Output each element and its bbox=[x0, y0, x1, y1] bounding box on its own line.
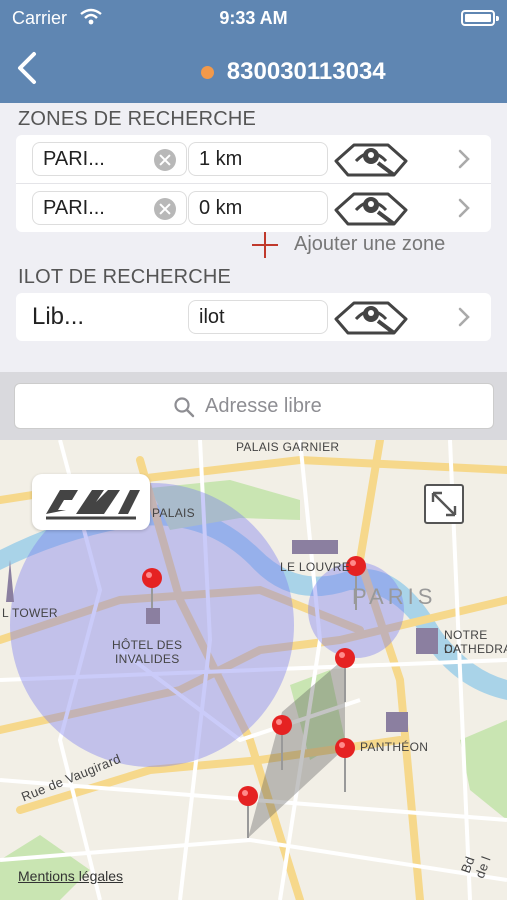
navigation-bar: Carrier 9:33 AM 830030113034 bbox=[0, 0, 507, 103]
nav-title: 830030113034 bbox=[0, 58, 507, 86]
map-label: PANTHÉON bbox=[360, 740, 429, 754]
eye-search-icon[interactable] bbox=[334, 188, 408, 228]
map-label: L TOWER bbox=[2, 606, 58, 620]
status-time: 9:33 AM bbox=[219, 8, 288, 28]
expand-map-button[interactable] bbox=[424, 484, 464, 524]
chevron-right-icon[interactable] bbox=[457, 198, 471, 218]
ilot-card: Lib... ilot bbox=[16, 293, 491, 341]
louvre-landmark-icon bbox=[292, 540, 338, 554]
map-label: HÔTEL DES bbox=[112, 638, 183, 652]
app-logo-button[interactable] bbox=[32, 474, 150, 530]
zones-section-label: ZONES DE RECHERCHE bbox=[18, 108, 257, 130]
zones-card: PARI... 1 km PARI... 0 km bbox=[16, 135, 491, 232]
search-band: Adresse libre bbox=[0, 372, 507, 440]
status-bar: Carrier 9:33 AM bbox=[0, 0, 507, 38]
battery-icon bbox=[461, 10, 499, 26]
zone-row-2[interactable]: PARI... 0 km bbox=[16, 183, 491, 231]
map-label: PARIS bbox=[352, 584, 437, 609]
plus-icon bbox=[252, 232, 278, 258]
zone-place-field[interactable]: PARI... bbox=[32, 191, 187, 225]
address-search-input[interactable]: Adresse libre bbox=[14, 383, 494, 429]
zone-place-value: PARI... bbox=[43, 197, 105, 219]
ilot-place: Lib... bbox=[32, 303, 85, 330]
map-label: CATHEDRA bbox=[444, 642, 507, 656]
status-dot bbox=[201, 65, 215, 79]
zone-radius-value: 0 km bbox=[199, 197, 243, 219]
map-label: INVALIDES bbox=[115, 652, 180, 666]
add-zone-label: Ajouter une zone bbox=[294, 233, 446, 255]
clear-icon[interactable] bbox=[154, 149, 176, 171]
eye-search-icon[interactable] bbox=[334, 139, 408, 179]
page-title: 830030113034 bbox=[226, 58, 386, 85]
zone-place-field[interactable]: PARI... bbox=[32, 142, 187, 176]
zone-radius-value: 1 km bbox=[199, 148, 243, 170]
search-icon bbox=[174, 397, 195, 418]
search-placeholder: Adresse libre bbox=[205, 395, 322, 417]
clear-icon[interactable] bbox=[154, 198, 176, 220]
pantheon-landmark-icon bbox=[386, 712, 408, 732]
ilot-value: ilot bbox=[199, 306, 225, 328]
map-label: LE LOUVRE bbox=[280, 560, 351, 574]
map-label: PALAIS GARNIER bbox=[236, 440, 340, 454]
zone-place-value: PARI... bbox=[43, 148, 105, 170]
ilot-field[interactable]: ilot bbox=[188, 300, 328, 334]
ilot-row[interactable]: Lib... ilot bbox=[16, 293, 491, 341]
chevron-right-icon[interactable] bbox=[457, 149, 471, 169]
zone-radius-field[interactable]: 1 km bbox=[188, 142, 328, 176]
zone-radius-field[interactable]: 0 km bbox=[188, 191, 328, 225]
ilot-section-label: ILOT DE RECHERCHE bbox=[18, 266, 232, 288]
eye-search-icon[interactable] bbox=[334, 297, 408, 337]
app-logo-icon bbox=[46, 490, 140, 520]
expand-icon bbox=[431, 491, 457, 517]
invalides-landmark-icon bbox=[146, 608, 160, 624]
chevron-right-icon[interactable] bbox=[457, 307, 471, 327]
notre-dame-landmark-icon bbox=[416, 628, 438, 654]
map-label: PALAIS bbox=[152, 506, 195, 520]
zone-row-1[interactable]: PARI... 1 km bbox=[16, 135, 491, 183]
map-view[interactable]: PALAIS GARNIER PALAIS LE LOUVRE PARIS L … bbox=[0, 440, 507, 900]
legal-link[interactable]: Mentions légales bbox=[18, 868, 123, 884]
